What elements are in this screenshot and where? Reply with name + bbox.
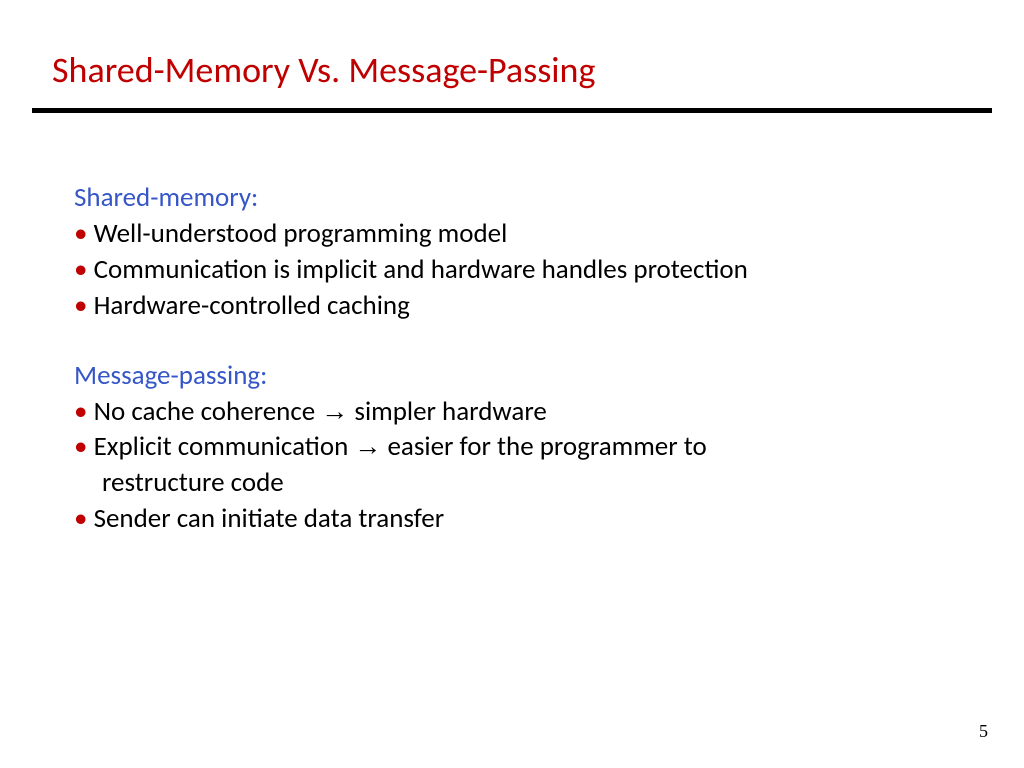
horizontal-rule [32,108,992,113]
section-heading-shared-memory: Shared-memory: [74,180,954,216]
bullet-continuation: restructure code [74,465,954,501]
bullet-text: Well-understood programming model [94,217,508,250]
bullet-item: • Well-understood programming model [74,216,954,252]
bullet-text: Communication is implicit and hardware h… [94,253,748,286]
bullet-icon: • [74,395,94,428]
bullet-text: Hardware-controlled caching [94,289,410,322]
bullet-item: • No cache coherence → simpler hardware [74,394,954,430]
bullet-icon: • [74,502,94,535]
bullet-icon: • [74,217,94,250]
bullet-item: • Communication is implicit and hardware… [74,252,954,288]
text-post: easier for the programmer to [381,430,706,463]
section-heading-message-passing: Message-passing: [74,358,954,394]
bullet-item: • Explicit communication → easier for th… [74,429,954,501]
bullet-icon: • [74,289,94,322]
bullet-text: Sender can initiate data transfer [94,502,445,535]
text-pre: No cache coherence [94,395,322,428]
slide-title: Shared-Memory Vs. Message-Passing [52,48,595,92]
bullet-icon: • [74,253,94,286]
bullet-text: Explicit communication → easier for the … [94,430,707,463]
arrow-icon: → [321,396,348,426]
text-post: simpler hardware [348,395,547,428]
bullet-icon: • [74,430,94,463]
bullet-text: No cache coherence → simpler hardware [94,395,547,428]
arrow-icon: → [354,431,381,461]
bullet-item: • Sender can initiate data transfer [74,501,954,537]
text-pre: Explicit communication [94,430,355,463]
slide: Shared-Memory Vs. Message-Passing Shared… [0,0,1024,768]
page-number: 5 [979,721,988,742]
spacer [74,324,954,358]
bullet-item: • Hardware-controlled caching [74,288,954,324]
slide-body: Shared-memory: • Well-understood program… [74,180,954,537]
